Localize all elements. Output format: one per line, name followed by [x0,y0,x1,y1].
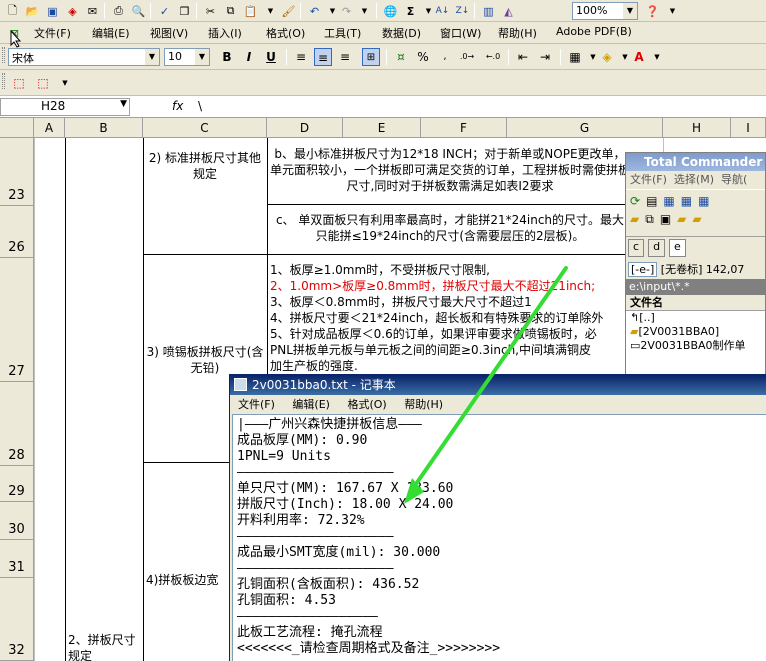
arrow-head [404,478,424,504]
annotation-arrow [404,266,568,504]
arrow-shaft [414,266,568,486]
